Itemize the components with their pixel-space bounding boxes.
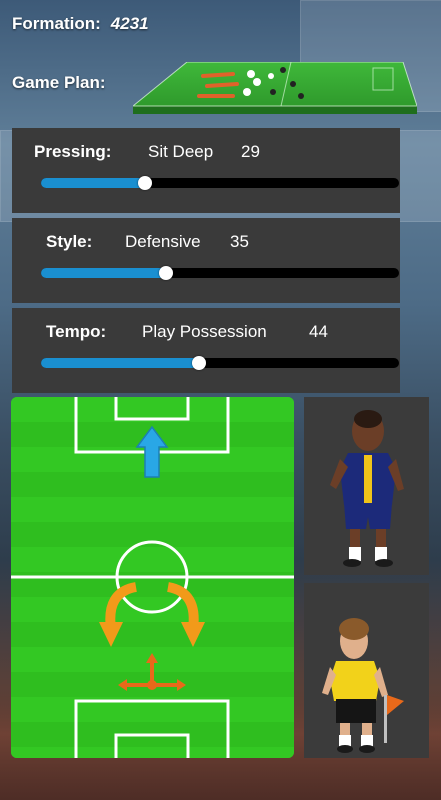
player-card-attacker[interactable] xyxy=(304,397,429,575)
pressing-panel: Pressing: Sit Deep 29 xyxy=(12,128,400,213)
player-midfielder-avatar xyxy=(304,583,429,758)
pressing-slider-fill xyxy=(41,178,145,188)
pressing-value: 29 xyxy=(241,142,260,161)
pressing-slider-thumb[interactable] xyxy=(137,176,152,190)
style-slider[interactable] xyxy=(41,266,399,280)
pressing-label: Pressing: xyxy=(34,142,112,161)
style-slider-thumb[interactable] xyxy=(159,266,174,280)
tactics-pitch[interactable] xyxy=(11,397,294,758)
style-value: 35 xyxy=(230,232,249,251)
style-label: Style: xyxy=(46,232,93,251)
tempo-label: Tempo: xyxy=(46,322,107,341)
player-attacker-avatar xyxy=(304,397,429,575)
pressing-setting: Sit Deep xyxy=(148,142,214,161)
style-slider-fill xyxy=(41,268,167,278)
tempo-slider-fill xyxy=(41,358,199,368)
tempo-value: 44 xyxy=(309,322,328,341)
formation-label: Formation: xyxy=(12,14,101,33)
player-card-midfielder[interactable] xyxy=(304,583,429,758)
formation-value: 4231 xyxy=(110,14,149,33)
formation-row: Formation: 4231 xyxy=(12,14,149,34)
tempo-slider-thumb[interactable] xyxy=(191,356,206,370)
pressing-slider[interactable] xyxy=(41,176,399,190)
style-setting: Defensive xyxy=(125,232,201,251)
tempo-panel: Tempo: Play Possession 44 xyxy=(12,308,400,393)
tempo-setting: Play Possession xyxy=(142,322,267,341)
game-plan-label: Game Plan: xyxy=(12,73,106,92)
style-panel: Style: Defensive 35 xyxy=(12,218,400,303)
game-plan-pitch-icon xyxy=(133,62,417,114)
tempo-slider[interactable] xyxy=(41,356,399,370)
game-plan-board[interactable] xyxy=(133,62,417,118)
